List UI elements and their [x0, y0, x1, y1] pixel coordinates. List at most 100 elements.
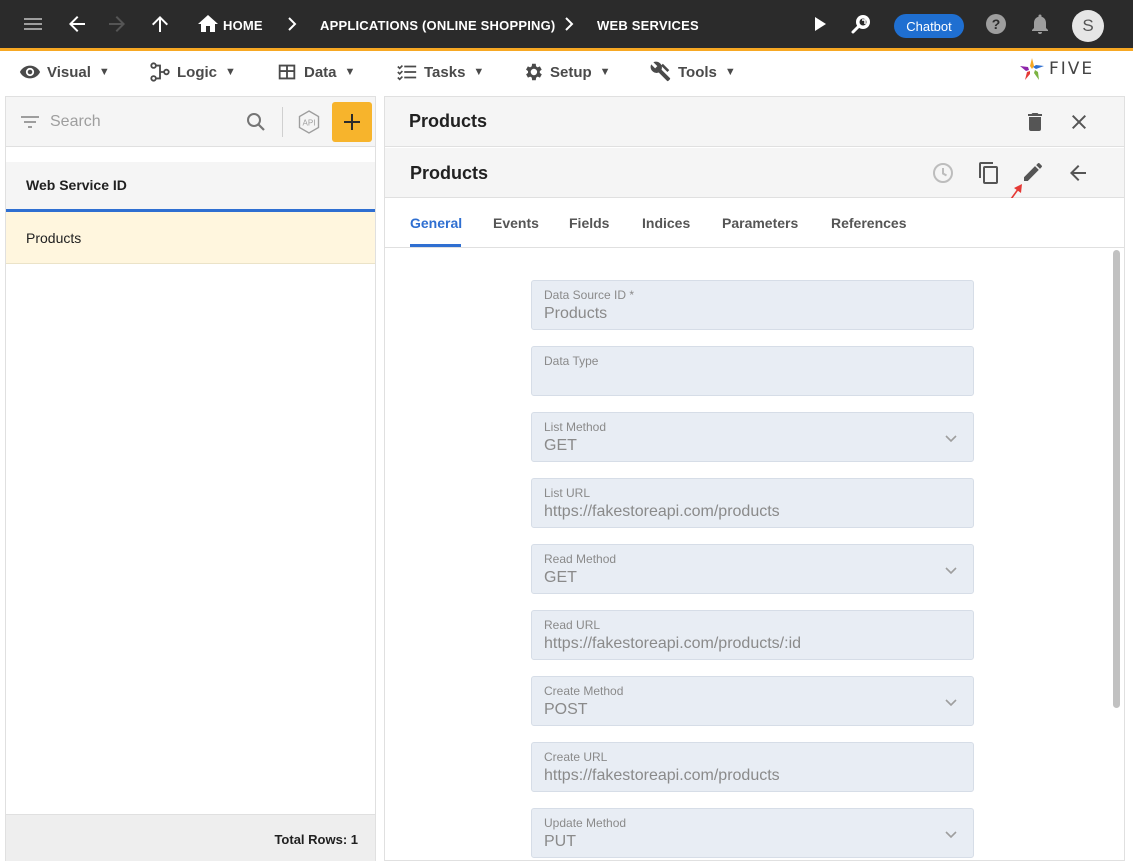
- dropdown-caret-icon: ▼: [225, 66, 236, 78]
- main-menu-bar: Visual ▼ Logic ▼ Data ▼ Tasks ▼ Setup ▼ …: [0, 54, 1133, 90]
- edit-pencil-icon[interactable]: [1021, 160, 1045, 184]
- search-icon[interactable]: [244, 110, 268, 134]
- field-value: Products: [544, 305, 608, 322]
- breadcrumb-applications[interactable]: APPLICATIONS (ONLINE SHOPPING): [320, 18, 555, 33]
- field-value: GET: [544, 437, 577, 454]
- history-clock-icon[interactable]: [931, 161, 955, 185]
- field-value: https://fakestoreapi.com/products: [544, 767, 780, 784]
- filter-icon[interactable]: [18, 110, 42, 134]
- field-label: Data Source ID *: [544, 288, 635, 302]
- forward-arrow-icon[interactable]: [105, 12, 129, 36]
- search-chat-icon[interactable]: [850, 12, 874, 36]
- app-bar: HOME APPLICATIONS (ONLINE SHOPPING) WEB …: [0, 0, 1133, 51]
- tools-icon: [650, 61, 672, 83]
- chatbot-button[interactable]: Chatbot: [894, 14, 964, 38]
- toolbar-divider: [282, 107, 283, 137]
- read-url-field[interactable]: Read URL https://fakestoreapi.com/produc…: [531, 610, 974, 660]
- list-footer: Total Rows: 1: [6, 814, 375, 861]
- tab-general[interactable]: General: [410, 215, 462, 231]
- form-scrollbar[interactable]: [1113, 250, 1120, 708]
- tab-references[interactable]: References: [831, 215, 907, 231]
- web-services-list-panel: Search API Web Service ID Products Total…: [5, 96, 376, 861]
- create-method-select[interactable]: Create Method POST: [531, 676, 974, 726]
- close-icon[interactable]: [1067, 110, 1091, 134]
- breadcrumb-home[interactable]: HOME: [223, 18, 263, 33]
- create-url-field[interactable]: Create URL https://fakestoreapi.com/prod…: [531, 742, 974, 792]
- menu-visual[interactable]: Visual ▼: [19, 61, 110, 83]
- tab-parameters[interactable]: Parameters: [722, 215, 798, 231]
- form-header: Products: [385, 148, 1124, 207]
- field-value: PUT: [544, 833, 576, 850]
- play-icon[interactable]: [807, 12, 831, 36]
- logic-icon: [149, 61, 171, 83]
- copy-icon[interactable]: [977, 161, 1001, 185]
- field-label: Update Method: [544, 816, 627, 830]
- dropdown-caret-icon: ▼: [473, 66, 485, 78]
- dropdown-caret-icon: ▼: [344, 66, 356, 78]
- back-arrow-icon[interactable]: [1066, 161, 1090, 185]
- list-url-field[interactable]: List URL https://fakestoreapi.com/produc…: [531, 478, 974, 528]
- field-label: Read Method: [544, 552, 617, 566]
- data-source-id-field[interactable]: Data Source ID * Products: [531, 280, 974, 330]
- form-content: Data Source ID * Products Data Type List…: [385, 248, 1124, 860]
- chevron-down-icon: [945, 831, 957, 839]
- list-column-header[interactable]: Web Service ID: [6, 162, 375, 212]
- menu-logic[interactable]: Logic ▼: [149, 61, 236, 83]
- field-value: https://fakestoreapi.com/products: [544, 503, 780, 520]
- field-label: List Method: [544, 420, 607, 434]
- user-avatar[interactable]: S: [1072, 10, 1104, 42]
- menu-setup-label: Setup: [550, 63, 592, 81]
- active-tab-indicator: [410, 244, 461, 247]
- hamburger-menu-icon[interactable]: [21, 12, 45, 36]
- search-bar: Search API: [6, 97, 375, 147]
- table-icon: [276, 61, 298, 83]
- menu-data-label: Data: [304, 63, 337, 81]
- menu-tasks[interactable]: Tasks ▼: [396, 61, 484, 83]
- breadcrumb-separator-icon: [279, 12, 303, 36]
- tab-fields[interactable]: Fields: [569, 215, 609, 231]
- menu-tasks-label: Tasks: [424, 63, 466, 81]
- field-value: GET: [544, 569, 577, 586]
- five-logo: FIVE: [1019, 57, 1094, 81]
- notifications-bell-icon[interactable]: [1028, 12, 1052, 36]
- chevron-down-icon: [945, 699, 957, 707]
- search-input[interactable]: Search: [50, 113, 101, 131]
- gear-icon: [522, 61, 544, 83]
- field-label: Read URL: [544, 618, 601, 632]
- field-label: Create Method: [544, 684, 624, 698]
- breadcrumb-separator-icon: [556, 12, 580, 36]
- field-label: List URL: [544, 486, 591, 500]
- tasks-icon: [396, 61, 418, 83]
- menu-tools-label: Tools: [678, 63, 717, 81]
- dropdown-caret-icon: ▼: [599, 66, 611, 78]
- up-arrow-icon[interactable]: [148, 12, 172, 36]
- list-item[interactable]: Products: [6, 212, 375, 264]
- list-item-label: Products: [26, 230, 82, 246]
- delete-icon[interactable]: [1023, 110, 1047, 134]
- update-method-select[interactable]: Update Method PUT: [531, 808, 974, 858]
- data-type-field[interactable]: Data Type: [531, 346, 974, 396]
- list-method-select[interactable]: List Method GET: [531, 412, 974, 462]
- read-method-select[interactable]: Read Method GET: [531, 544, 974, 594]
- detail-header: Products: [385, 97, 1124, 147]
- add-record-button[interactable]: [332, 102, 372, 142]
- breadcrumb-web-services[interactable]: WEB SERVICES: [597, 18, 699, 33]
- home-icon[interactable]: [196, 12, 220, 36]
- field-label: Data Type: [544, 354, 599, 368]
- menu-data[interactable]: Data ▼: [276, 61, 355, 83]
- menu-logic-label: Logic: [177, 63, 217, 81]
- chevron-down-icon: [945, 435, 957, 443]
- tab-events[interactable]: Events: [493, 215, 539, 231]
- api-settings-icon[interactable]: API: [296, 109, 322, 135]
- dropdown-caret-icon: ▼: [724, 66, 736, 78]
- tab-indices[interactable]: Indices: [642, 215, 690, 231]
- chevron-down-icon: [945, 567, 957, 575]
- column-header-web-service-id: Web Service ID: [26, 177, 127, 193]
- menu-tools[interactable]: Tools ▼: [650, 61, 736, 83]
- back-arrow-icon[interactable]: [65, 12, 89, 36]
- dropdown-caret-icon: ▼: [98, 66, 110, 78]
- five-logo-text: FIVE: [1049, 59, 1095, 79]
- field-label: Create URL: [544, 750, 608, 764]
- help-icon[interactable]: ?: [984, 12, 1008, 36]
- menu-setup[interactable]: Setup ▼: [522, 61, 611, 83]
